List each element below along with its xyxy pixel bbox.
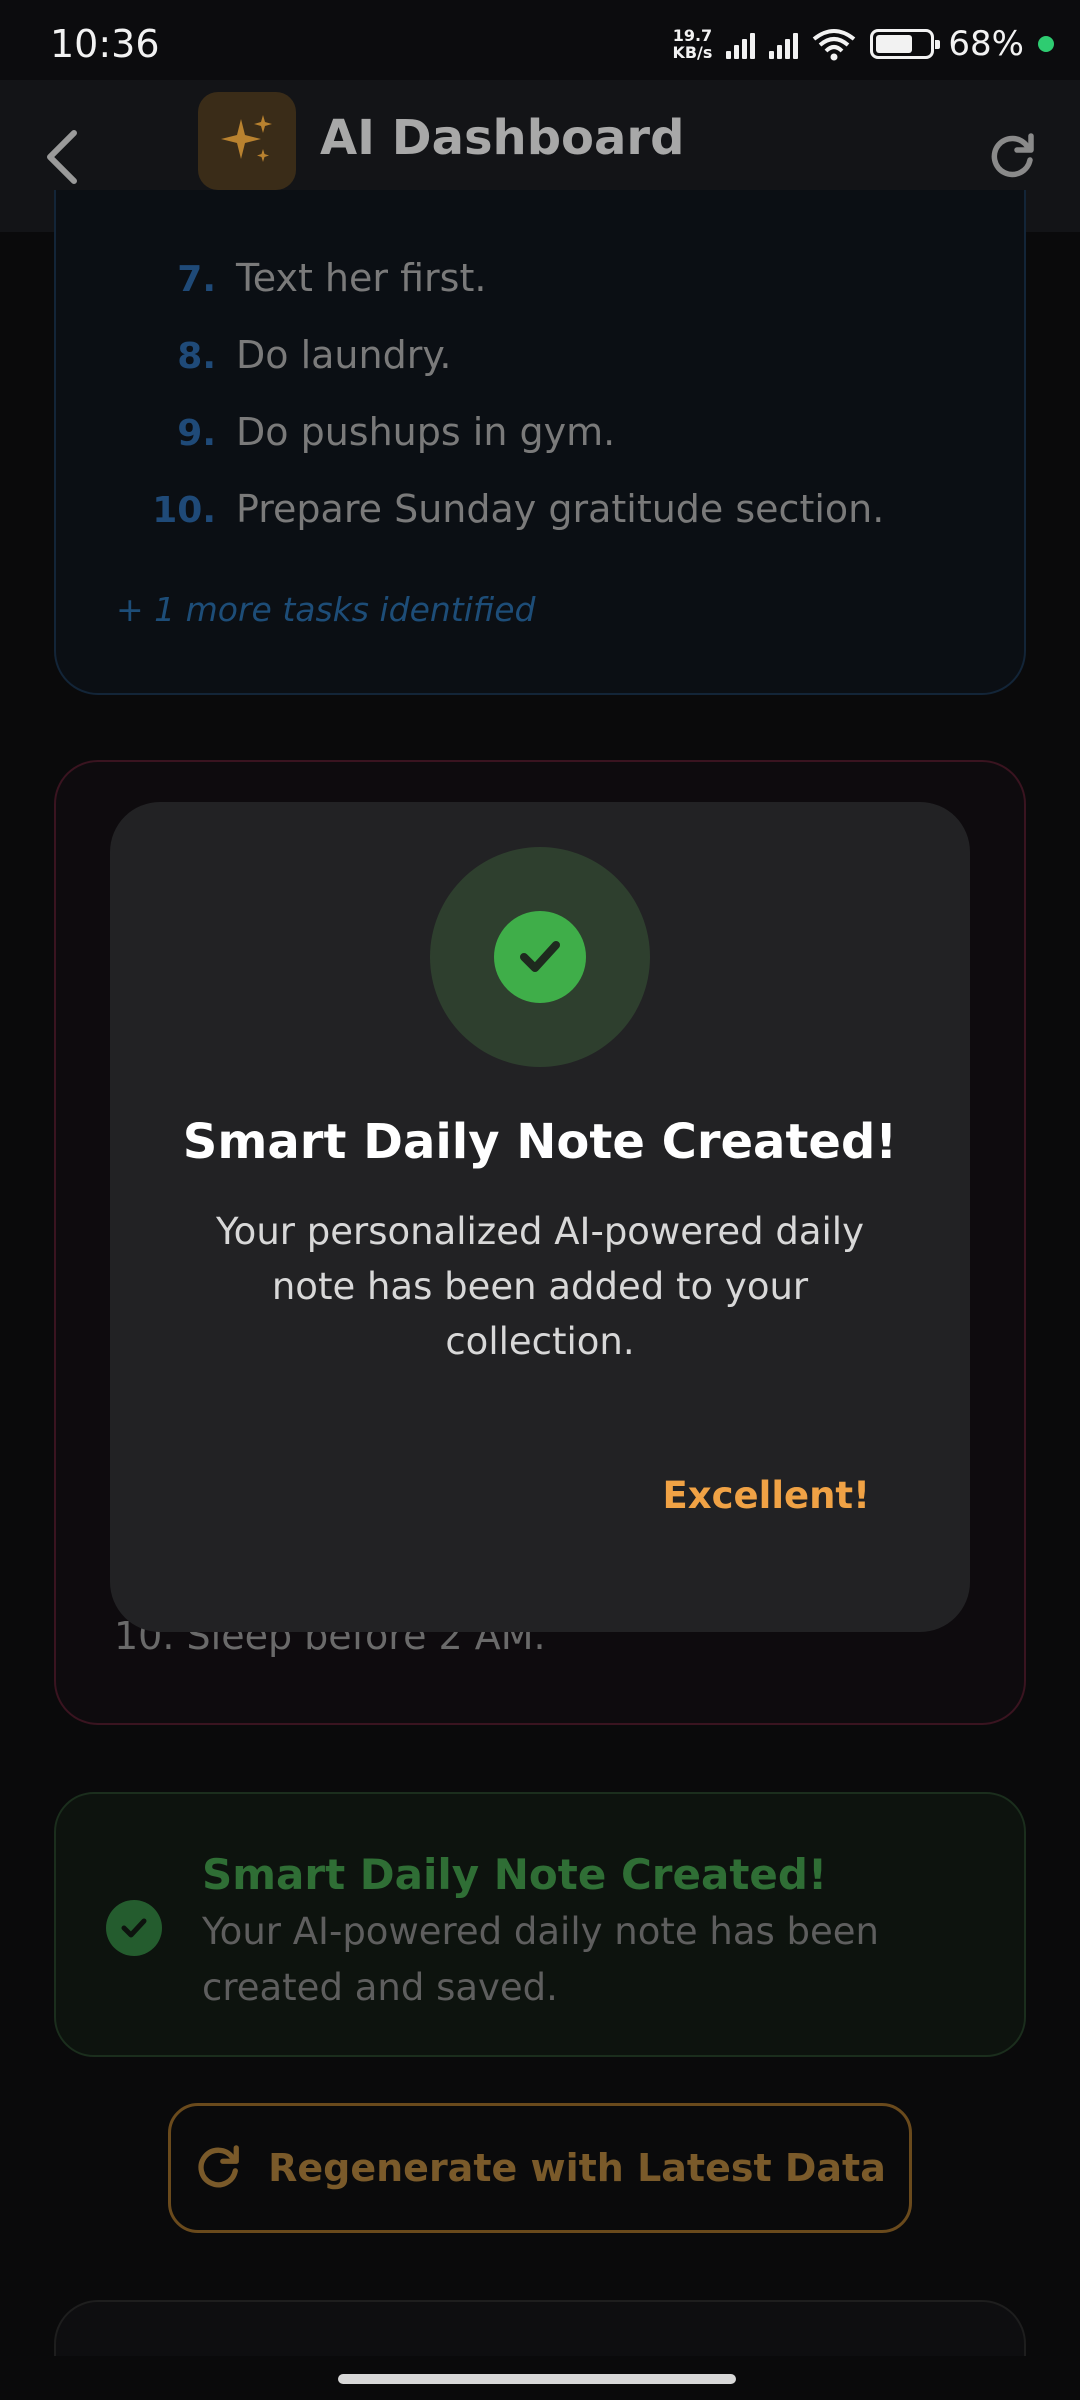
home-indicator[interactable] bbox=[338, 2374, 736, 2384]
task-text: Do pushups in gym. bbox=[236, 410, 616, 454]
refresh-icon bbox=[991, 133, 1034, 178]
task-item: 7. Text her first. bbox=[116, 256, 486, 300]
success-card: Smart Daily Note Created! Your AI-powere… bbox=[54, 1792, 1026, 2057]
task-text: Do laundry. bbox=[236, 333, 452, 377]
task-item: 9. Do pushups in gym. bbox=[116, 410, 615, 454]
check-circle-icon bbox=[106, 1900, 162, 1956]
regenerate-button-label: Regenerate with Latest Data bbox=[268, 2146, 886, 2190]
chevron-left-icon bbox=[47, 130, 77, 184]
check-icon bbox=[520, 941, 560, 972]
status-icons: 19.7 KB/s 68% bbox=[672, 24, 1054, 64]
task-item: 8. Do laundry. bbox=[116, 333, 452, 377]
refresh-icon bbox=[198, 2145, 239, 2188]
excellent-button[interactable]: Excellent! bbox=[662, 1474, 870, 1517]
more-tasks-link[interactable]: + 1 more tasks identified bbox=[116, 590, 535, 629]
privacy-indicator-dot bbox=[1038, 36, 1054, 52]
sparkles-icon bbox=[221, 115, 272, 162]
signal-1-icon bbox=[726, 29, 756, 59]
network-speed-value: 19.7 bbox=[672, 26, 713, 45]
task-number: 10. bbox=[152, 490, 216, 531]
dialog-title: Smart Daily Note Created! bbox=[182, 1114, 898, 1170]
regenerate-button[interactable]: Regenerate with Latest Data bbox=[168, 2103, 912, 2233]
wifi-icon bbox=[813, 29, 856, 61]
task-number: 9. bbox=[177, 413, 216, 454]
battery-icon bbox=[870, 29, 941, 59]
battery-percent: 68% bbox=[948, 24, 1024, 64]
task-item: 10. Prepare Sunday gratitude section. bbox=[116, 487, 884, 531]
success-description: Your AI-powered daily note has been crea… bbox=[202, 1910, 880, 2009]
status-time: 10:36 bbox=[50, 22, 160, 66]
task-text: Text her first. bbox=[236, 256, 487, 300]
network-speed-unit: KB/s bbox=[672, 43, 713, 62]
network-speed: 19.7 KB/s bbox=[672, 27, 712, 61]
check-circle-icon bbox=[494, 911, 586, 1003]
success-title: Smart Daily Note Created! bbox=[202, 1850, 828, 1899]
page-title: AI Dashboard bbox=[320, 110, 685, 166]
success-dialog: Smart Daily Note Created! Your personali… bbox=[110, 802, 970, 1632]
signal-2-icon bbox=[769, 29, 799, 59]
task-number: 8. bbox=[177, 336, 216, 377]
task-number: 7. bbox=[177, 259, 216, 300]
battery-fill bbox=[876, 35, 912, 53]
task-text: Prepare Sunday gratitude section. bbox=[236, 487, 885, 531]
refresh-button[interactable] bbox=[980, 122, 1044, 192]
back-button[interactable] bbox=[36, 122, 88, 192]
dialog-icon-badge bbox=[430, 847, 650, 1067]
identified-tasks-card: 7. Text her first. 8. Do laundry. 9. Do … bbox=[54, 190, 1026, 695]
app-logo bbox=[198, 92, 296, 190]
check-icon bbox=[121, 1918, 147, 1938]
dialog-message: Your personalized AI-powered daily note … bbox=[216, 1210, 864, 1363]
status-bar: 10:36 19.7 KB/s 68% bbox=[0, 0, 1080, 80]
